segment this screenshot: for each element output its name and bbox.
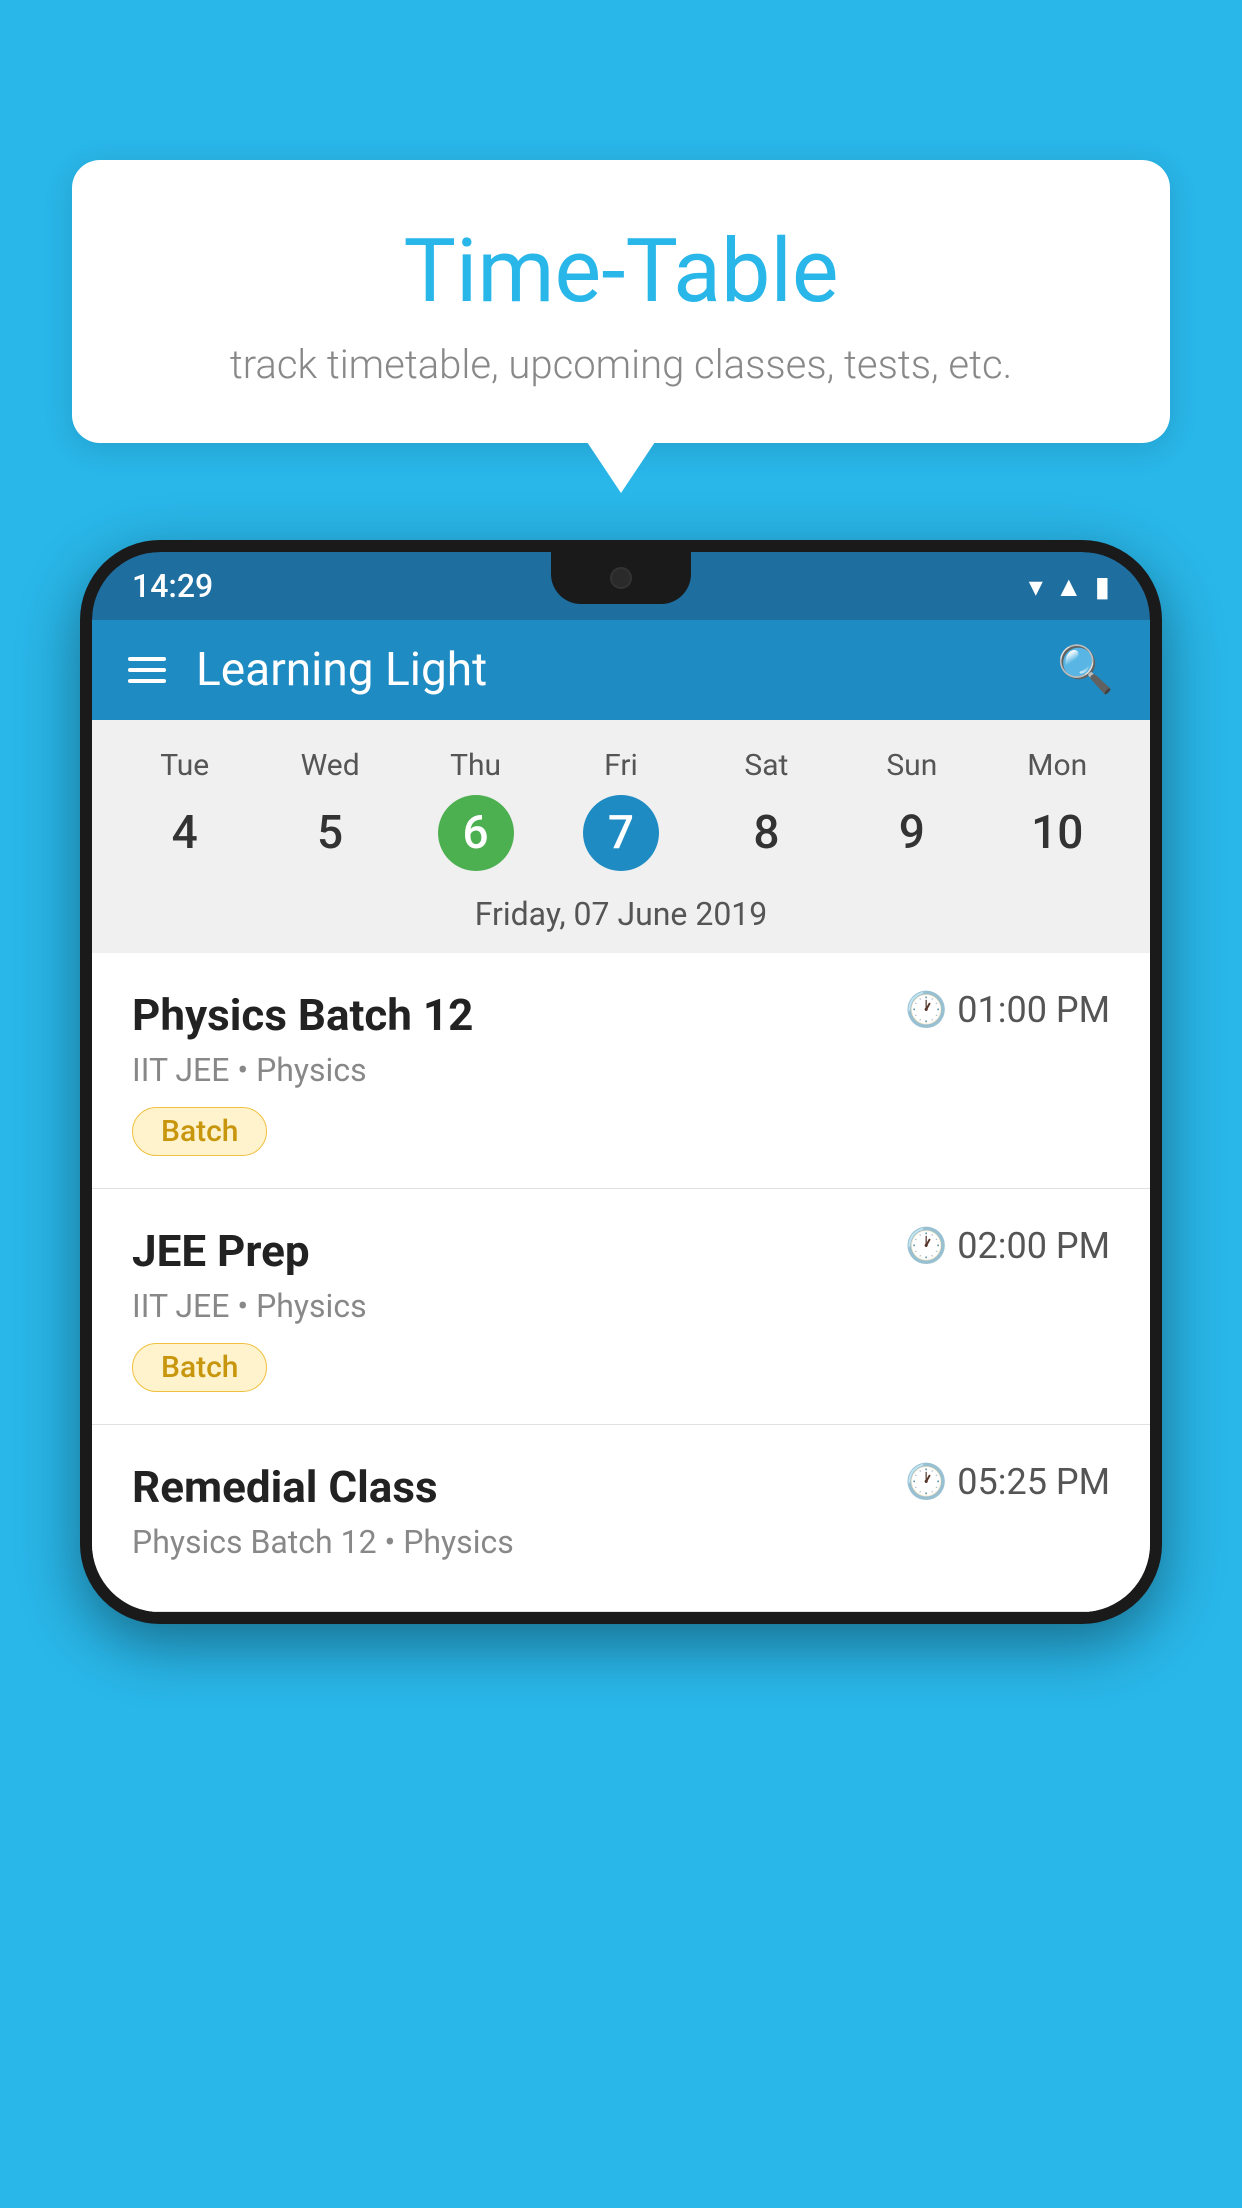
bubble-subtitle: track timetable, upcoming classes, tests… bbox=[132, 341, 1110, 388]
phone-container: 14:29 ▾ ▲ ▮ Learning Light 🔍 bbox=[80, 540, 1162, 2208]
bubble-title: Time-Table bbox=[132, 220, 1110, 323]
class-time: 🕐02:00 PM bbox=[905, 1225, 1110, 1267]
hamburger-line-1 bbox=[128, 657, 166, 661]
class-time: 🕐01:00 PM bbox=[905, 989, 1110, 1031]
speech-bubble-container: Time-Table track timetable, upcoming cla… bbox=[72, 160, 1170, 443]
calendar-days: Tue 4 Wed 5 Thu 6 Fri 7 Sat 8 Sun 9 Mon 10 bbox=[112, 748, 1130, 871]
class-name: JEE Prep bbox=[132, 1225, 310, 1277]
signal-icon: ▲ bbox=[1055, 570, 1083, 603]
clock-icon: 🕐 bbox=[905, 990, 947, 1030]
app-title: Learning Light bbox=[196, 643, 1027, 697]
day-name: Tue bbox=[160, 748, 209, 783]
calendar-day-8[interactable]: Sat 8 bbox=[706, 748, 826, 871]
screen-content: Physics Batch 12🕐01:00 PMIIT JEE • Physi… bbox=[92, 953, 1150, 1612]
calendar-day-5[interactable]: Wed 5 bbox=[270, 748, 390, 871]
day-number: 10 bbox=[1019, 795, 1095, 871]
hamburger-menu-button[interactable] bbox=[128, 657, 166, 683]
time-text: 05:25 PM bbox=[957, 1461, 1110, 1503]
day-name: Sun bbox=[886, 748, 937, 783]
speech-bubble: Time-Table track timetable, upcoming cla… bbox=[72, 160, 1170, 443]
calendar-day-4[interactable]: Tue 4 bbox=[125, 748, 245, 871]
class-header: Physics Batch 12 🕐01:00 PM bbox=[132, 989, 1110, 1041]
phone-notch bbox=[551, 552, 691, 604]
status-icons: ▾ ▲ ▮ bbox=[1029, 570, 1110, 603]
camera bbox=[610, 567, 632, 589]
time-text: 01:00 PM bbox=[957, 989, 1110, 1031]
hamburger-line-2 bbox=[128, 668, 166, 672]
day-number: 9 bbox=[874, 795, 950, 871]
day-number: 5 bbox=[292, 795, 368, 871]
phone-frame: 14:29 ▾ ▲ ▮ Learning Light 🔍 bbox=[80, 540, 1162, 1624]
class-name: Remedial Class bbox=[132, 1461, 438, 1513]
class-item[interactable]: Remedial Class 🕐05:25 PM Physics Batch 12 … bbox=[92, 1425, 1150, 1612]
day-number: 8 bbox=[728, 795, 804, 871]
class-name: Physics Batch 12 bbox=[132, 989, 473, 1041]
day-name: Sat bbox=[744, 748, 788, 783]
day-number: 6 bbox=[438, 795, 514, 871]
day-name: Fri bbox=[604, 748, 638, 783]
day-name: Thu bbox=[450, 748, 501, 783]
calendar-day-9[interactable]: Sun 9 bbox=[852, 748, 972, 871]
batch-badge: Batch bbox=[132, 1343, 267, 1392]
class-subject: Physics Batch 12 • Physics bbox=[132, 1523, 1110, 1561]
hamburger-line-3 bbox=[128, 679, 166, 683]
phone-screen: 14:29 ▾ ▲ ▮ Learning Light 🔍 bbox=[92, 552, 1150, 1612]
calendar-day-7[interactable]: Fri 7 bbox=[561, 748, 681, 871]
day-name: Wed bbox=[301, 748, 360, 783]
calendar-strip: Tue 4 Wed 5 Thu 6 Fri 7 Sat 8 Sun 9 Mon 10 Friday, 07… bbox=[92, 720, 1150, 953]
search-icon[interactable]: 🔍 bbox=[1057, 643, 1114, 697]
time-text: 02:00 PM bbox=[957, 1225, 1110, 1267]
day-number: 7 bbox=[583, 795, 659, 871]
calendar-day-6[interactable]: Thu 6 bbox=[416, 748, 536, 871]
class-item[interactable]: JEE Prep 🕐02:00 PM IIT JEE • Physics Batch bbox=[92, 1189, 1150, 1425]
wifi-icon: ▾ bbox=[1029, 570, 1043, 603]
clock-icon: 🕐 bbox=[905, 1462, 947, 1502]
class-header: JEE Prep 🕐02:00 PM bbox=[132, 1225, 1110, 1277]
class-time: 🕐05:25 PM bbox=[905, 1461, 1110, 1503]
app-bar: Learning Light 🔍 bbox=[92, 620, 1150, 720]
battery-icon: ▮ bbox=[1095, 570, 1110, 603]
status-time: 14:29 bbox=[132, 567, 213, 605]
clock-icon: 🕐 bbox=[905, 1226, 947, 1266]
class-subject: IIT JEE • Physics bbox=[132, 1287, 1110, 1325]
day-name: Mon bbox=[1027, 748, 1087, 783]
class-item[interactable]: Physics Batch 12 🕐01:00 PM IIT JEE • Physi… bbox=[92, 953, 1150, 1189]
calendar-date-label: Friday, 07 June 2019 bbox=[112, 887, 1130, 937]
calendar-day-10[interactable]: Mon 10 bbox=[997, 748, 1117, 871]
class-subject: IIT JEE • Physics bbox=[132, 1051, 1110, 1089]
batch-badge: Batch bbox=[132, 1107, 267, 1156]
day-number: 4 bbox=[147, 795, 223, 871]
class-header: Remedial Class 🕐05:25 PM bbox=[132, 1461, 1110, 1513]
